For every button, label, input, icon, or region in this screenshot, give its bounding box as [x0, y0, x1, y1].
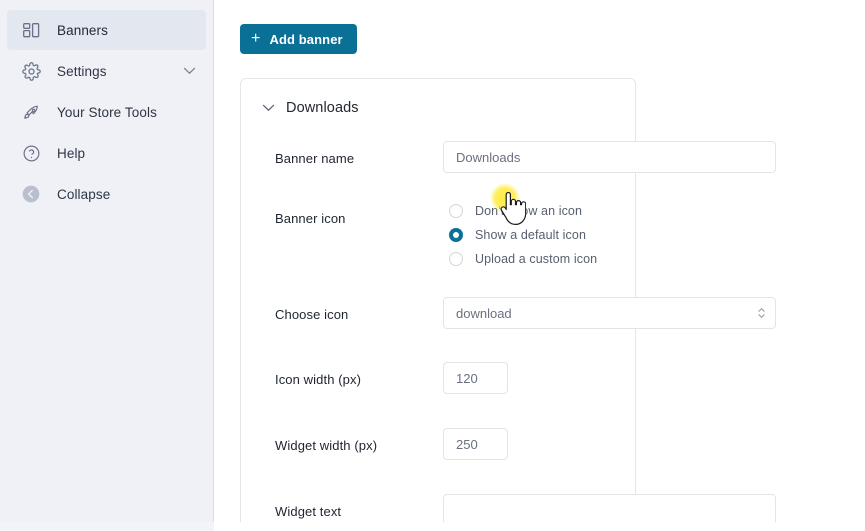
radio-option-dont-show-an-icon[interactable]: Don't show an icon	[443, 204, 865, 218]
choose-icon-selected-value: download	[456, 305, 512, 321]
arrow-left-circle-icon	[19, 182, 43, 206]
plus-icon: +	[251, 30, 261, 47]
radio-indicator[interactable]	[449, 204, 463, 218]
sidebar-item-settings[interactable]: Settings	[7, 51, 206, 91]
banners-icon	[19, 18, 43, 42]
radio-indicator-selected[interactable]	[449, 228, 463, 242]
choose-icon-select-wrapper: download	[443, 297, 776, 329]
sidebar-item-label: Collapse	[57, 186, 111, 202]
banner-icon-label: Banner icon	[275, 211, 346, 226]
row-banner-icon: Banner icon Don't show an icon Show a de…	[241, 201, 865, 266]
chevron-down-icon[interactable]	[262, 104, 275, 112]
icon-width-label: Icon width (px)	[275, 372, 362, 387]
card-title: Downloads	[286, 100, 359, 116]
banner-icon-radio-group: Don't show an icon Show a default icon U…	[443, 201, 865, 266]
radio-label: Show a default icon	[475, 228, 587, 242]
row-choose-icon: Choose icon download	[241, 297, 865, 329]
sidebar-item-label: Banners	[57, 22, 108, 38]
radio-option-show-a-default-icon[interactable]: Show a default icon	[443, 228, 865, 242]
choose-icon-select[interactable]: download	[443, 297, 776, 329]
sidebar-item-help[interactable]: Help	[7, 133, 206, 173]
rocket-icon	[19, 100, 43, 124]
question-circle-icon	[19, 141, 43, 165]
row-widget-width: Widget width (px)	[241, 428, 865, 460]
radio-indicator[interactable]	[449, 252, 463, 266]
widget-width-input[interactable]	[443, 428, 508, 460]
radio-label: Don't show an icon	[475, 204, 583, 218]
sidebar-item-label: Help	[57, 145, 86, 161]
sidebar-item-collapse[interactable]: Collapse	[7, 174, 206, 214]
radio-option-upload-a-custom-icon[interactable]: Upload a custom icon	[443, 252, 865, 266]
sidebar-item-banners[interactable]: Banners	[7, 10, 206, 50]
card-header-downloads[interactable]: Downloads	[241, 97, 635, 119]
sidebar-item-your-store-tools[interactable]: Your Store Tools	[7, 92, 206, 132]
choose-icon-label: Choose icon	[275, 307, 349, 322]
row-icon-width: Icon width (px)	[241, 362, 865, 394]
row-banner-name: Banner name	[241, 141, 865, 173]
app-window: Banners Settings Your Store Tools Help C…	[0, 0, 865, 531]
add-banner-button[interactable]: + Add banner	[240, 24, 357, 54]
banner-card: Downloads Banner name Banner icon Don't …	[240, 78, 776, 531]
widget-text-label: Widget text	[275, 504, 342, 519]
page-bottom-cut-sidebar	[0, 522, 214, 531]
sidebar-item-label: Settings	[57, 63, 107, 79]
gear-icon	[19, 59, 43, 83]
radio-label: Upload a custom icon	[475, 252, 598, 266]
banner-name-input[interactable]	[443, 141, 776, 173]
banner-name-label: Banner name	[275, 151, 355, 166]
widget-width-label: Widget width (px)	[275, 438, 378, 453]
add-banner-label: Add banner	[269, 31, 343, 47]
sidebar: Banners Settings Your Store Tools Help C…	[0, 0, 214, 531]
icon-width-input[interactable]	[443, 362, 508, 394]
sidebar-item-label: Your Store Tools	[57, 104, 157, 120]
chevron-down-icon[interactable]	[183, 67, 196, 75]
main-content: + Add banner Downloads Banner name Downl…	[214, 0, 865, 531]
